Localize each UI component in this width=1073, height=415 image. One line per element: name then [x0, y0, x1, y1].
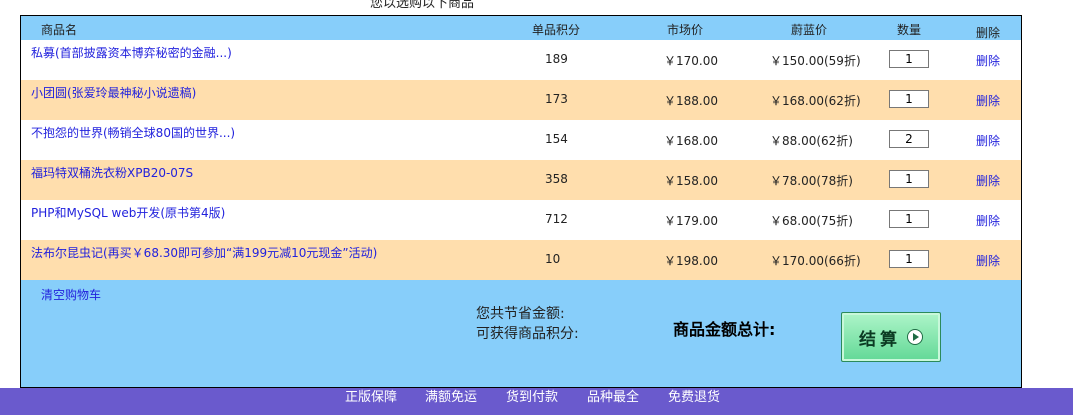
- product-name-link[interactable]: PHP和MySQL web开发(原书第4版): [31, 204, 225, 221]
- market-price-cell: ￥168.00: [664, 134, 718, 148]
- product-name-link[interactable]: 不抱怨的世界(畅销全球80国的世界...): [31, 124, 235, 141]
- delete-link[interactable]: 删除: [976, 92, 1000, 109]
- summary-labels: 您共节省金额: 可获得商品积分:: [476, 304, 579, 344]
- product-name-link[interactable]: 私募(首部披露资本博弈秘密的金融...): [31, 44, 232, 61]
- table-row: 不抱怨的世界(畅销全球80国的世界...) 154 ￥168.00 ￥88.00…: [21, 120, 1021, 160]
- table-header: 商品名 单品积分 市场价 蔚蓝价 数量 删除: [21, 16, 1021, 40]
- delete-link[interactable]: 删除: [976, 172, 1000, 189]
- price-cell: ￥170.00(66折): [770, 254, 861, 268]
- saved-amount-label: 您共节省金额:: [476, 306, 565, 322]
- points-cell: 173: [545, 92, 568, 106]
- quantity-input[interactable]: [889, 170, 929, 188]
- points-earned-label: 可获得商品积分:: [476, 326, 579, 342]
- checkout-button[interactable]: 结算: [841, 312, 941, 362]
- table-row: 小团圆(张爱玲最神秘小说遗稿) 173 ￥188.00 ￥168.00(62折)…: [21, 80, 1021, 120]
- cart-table: 商品名 单品积分 市场价 蔚蓝价 数量 删除 私募(首部披露资本博弈秘密的金融.…: [20, 15, 1022, 388]
- col-delete-header: 删除: [976, 26, 1001, 40]
- quantity-input[interactable]: [889, 90, 929, 108]
- points-cell: 712: [545, 212, 568, 226]
- col-market-price-header: 市场价: [667, 23, 704, 37]
- market-price-cell: ￥170.00: [664, 54, 718, 68]
- footer-item: 正版保障: [345, 390, 398, 405]
- col-price-header: 蔚蓝价: [791, 23, 828, 37]
- delete-link[interactable]: 删除: [976, 52, 1000, 69]
- price-cell: ￥88.00(62折): [770, 134, 853, 148]
- points-cell: 358: [545, 172, 568, 186]
- price-cell: ￥78.00(78折): [770, 174, 853, 188]
- product-name-link[interactable]: 法布尔昆虫记(再买￥68.30即可参加“满199元减10元现金”活动): [31, 244, 377, 261]
- footer-item: 免费退货: [668, 390, 721, 405]
- points-cell: 10: [545, 252, 561, 266]
- market-price-cell: ￥179.00: [664, 214, 718, 228]
- delete-link[interactable]: 删除: [976, 252, 1000, 269]
- product-name-link[interactable]: 小团圆(张爱玲最神秘小说遗稿): [31, 84, 196, 101]
- market-price-cell: ￥158.00: [664, 174, 718, 188]
- price-cell: ￥68.00(75折): [770, 214, 853, 228]
- col-quantity-header: 数量: [897, 23, 922, 37]
- delete-link[interactable]: 删除: [976, 132, 1000, 149]
- points-cell: 189: [545, 52, 568, 66]
- page-title: 您以选购以下商品: [370, 0, 475, 11]
- price-cell: ￥168.00(62折): [770, 94, 861, 108]
- points-cell: 154: [545, 132, 568, 146]
- checkout-button-label: 结算: [859, 329, 901, 350]
- col-name-header: 商品名: [41, 23, 78, 37]
- col-points-header: 单品积分: [532, 23, 581, 37]
- quantity-input[interactable]: [889, 50, 929, 68]
- quantity-input[interactable]: [889, 210, 929, 228]
- delete-link[interactable]: 删除: [976, 212, 1000, 229]
- price-cell: ￥150.00(59折): [770, 54, 861, 68]
- footer-item: 货到付款: [506, 390, 559, 405]
- table-row: 私募(首部披露资本博弈秘密的金融...) 189 ￥170.00 ￥150.00…: [21, 40, 1021, 80]
- product-name-link[interactable]: 福玛特双桶洗衣粉XPB20-07S: [31, 164, 193, 181]
- order-total-label: 商品金额总计:: [673, 320, 776, 339]
- quantity-input[interactable]: [889, 130, 929, 148]
- table-row: 法布尔昆虫记(再买￥68.30即可参加“满199元减10元现金”活动) 10 ￥…: [21, 240, 1021, 280]
- market-price-cell: ￥198.00: [664, 254, 718, 268]
- table-row: PHP和MySQL web开发(原书第4版) 712 ￥179.00 ￥68.0…: [21, 200, 1021, 240]
- clear-cart-link[interactable]: 清空购物车: [41, 286, 101, 303]
- footer-item: 品种最全: [587, 390, 640, 405]
- footer-item: 满额免运: [425, 390, 478, 405]
- play-icon: [907, 329, 923, 345]
- footer-bar: 正版保障 满额免运 货到付款 品种最全 免费退货: [0, 388, 1073, 415]
- market-price-cell: ￥188.00: [664, 94, 718, 108]
- table-row: 福玛特双桶洗衣粉XPB20-07S 358 ￥158.00 ￥78.00(78折…: [21, 160, 1021, 200]
- quantity-input[interactable]: [889, 250, 929, 268]
